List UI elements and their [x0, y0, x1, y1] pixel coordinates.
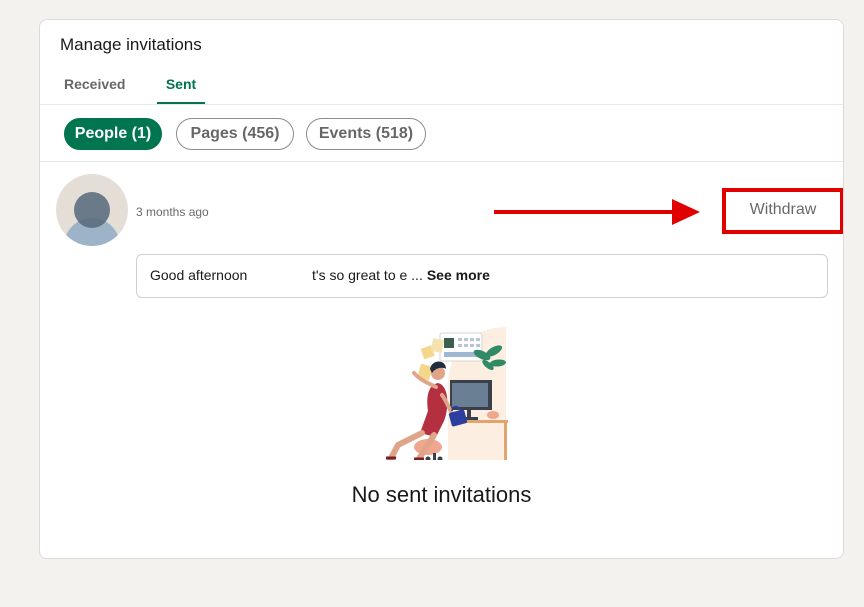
tab-sent[interactable]: Sent	[157, 75, 205, 104]
avatar-head-shape	[74, 192, 110, 228]
tab-received[interactable]: Received	[56, 75, 133, 104]
invitation-message: Good afternoon t's so great to e ... See …	[136, 254, 828, 298]
filter-people-pill[interactable]: People (1)	[64, 118, 162, 150]
tab-bar: Received Sent	[56, 75, 843, 105]
message-text-rest: t's so great to e ... See more	[312, 255, 490, 295]
see-more-link[interactable]: See more	[427, 267, 490, 283]
filter-pages-pill[interactable]: Pages (456)	[176, 118, 294, 150]
empty-state-text: No sent invitations	[351, 482, 532, 507]
message-text-start: Good afternoon	[150, 267, 248, 283]
empty-state-illustration	[386, 327, 508, 460]
invitation-timestamp: 3 months ago	[136, 205, 209, 219]
card-title: Manage invitations	[60, 35, 202, 54]
manage-invitations-card: Manage invitations Received Sent People …	[39, 19, 844, 559]
annotation-arrow-icon	[494, 199, 700, 225]
filter-events-pill[interactable]: Events (518)	[306, 118, 426, 150]
divider	[40, 104, 843, 105]
avatar[interactable]	[56, 174, 128, 246]
withdraw-button[interactable]: Withdraw	[730, 198, 836, 230]
message-text-continuation: t's so great to e ...	[312, 267, 423, 283]
divider	[40, 161, 843, 162]
